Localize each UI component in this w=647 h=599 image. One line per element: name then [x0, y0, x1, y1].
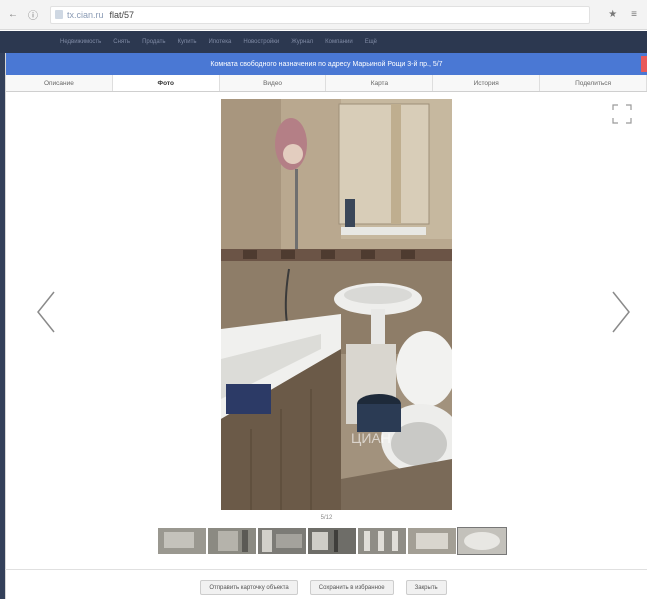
- site-nav-item[interactable]: Ипотека: [208, 39, 231, 45]
- tab-map[interactable]: Карта: [326, 75, 434, 91]
- main-photo[interactable]: ЦИАН: [221, 99, 452, 510]
- url-domain: tx.cian.ru: [67, 9, 104, 20]
- close-modal-button[interactable]: Закрыть: [405, 580, 447, 595]
- photo-watermark: ЦИАН: [351, 430, 391, 446]
- thumbnail-3[interactable]: [258, 528, 306, 554]
- footer-divider: [5, 569, 647, 570]
- close-icon[interactable]: [641, 56, 647, 72]
- save-favorite-button[interactable]: Сохранить в избранное: [309, 580, 394, 595]
- site-nav-item[interactable]: Снять: [113, 39, 130, 45]
- lock-icon: [55, 10, 63, 19]
- site-nav-item[interactable]: Новостройки: [243, 39, 279, 45]
- thumbnail-2[interactable]: [208, 528, 256, 554]
- site-navigation: Недвижимость Снять Продать Купить Ипотека Нов…: [0, 31, 647, 53]
- thumbnail-7[interactable]: [457, 527, 507, 555]
- fullscreen-button[interactable]: [612, 104, 632, 124]
- address-bar[interactable]: tx.cian.ru flat/57: [50, 5, 590, 24]
- thumbnail-1[interactable]: [158, 528, 206, 554]
- back-button[interactable]: ←: [6, 9, 20, 20]
- previous-photo-button[interactable]: [31, 287, 61, 337]
- send-card-button[interactable]: Отправить карточку объекта: [200, 580, 298, 595]
- thumbnail-strip: [158, 527, 507, 555]
- site-nav-item[interactable]: Купить: [178, 39, 197, 45]
- photo-counter: 5/12: [320, 515, 333, 521]
- bathroom-photo: ЦИАН: [221, 99, 452, 510]
- tab-history[interactable]: История: [433, 75, 541, 91]
- tab-video[interactable]: Видео: [220, 75, 327, 91]
- site-nav-item[interactable]: Компании: [325, 39, 353, 45]
- site-nav-item[interactable]: Журнал: [291, 39, 313, 45]
- site-nav-item[interactable]: Недвижимость: [60, 39, 101, 45]
- thumbnail-5[interactable]: [358, 528, 406, 554]
- url-path: flat/57: [109, 9, 135, 20]
- bookmark-star-icon[interactable]: ★: [608, 9, 617, 20]
- fullscreen-icon: [612, 104, 632, 124]
- photo-modal: Комната свободного назначения по адресу …: [5, 53, 647, 599]
- tab-photo[interactable]: Фото: [112, 75, 220, 91]
- next-photo-button[interactable]: [606, 287, 636, 337]
- thumbnail-4[interactable]: [308, 528, 356, 554]
- modal-footer: Отправить карточку объекта Сохранить в и…: [0, 580, 647, 595]
- info-icon[interactable]: ⓘ: [26, 7, 40, 22]
- site-nav-item[interactable]: Продать: [142, 39, 165, 45]
- screen: ← ⓘ tx.cian.ru flat/57 ★ ≡ Недвижимость С…: [0, 0, 647, 599]
- modal-title: Комната свободного назначения по адресу …: [210, 60, 443, 68]
- thumbnail-6[interactable]: [408, 528, 456, 554]
- menu-icon[interactable]: ≡: [631, 9, 637, 20]
- site-nav-item[interactable]: Ещё: [365, 39, 377, 45]
- browser-toolbar: ← ⓘ tx.cian.ru flat/57 ★ ≡: [0, 0, 647, 30]
- photo-viewer: ЦИАН 5/12: [6, 92, 647, 532]
- tab-share[interactable]: Поделиться: [540, 75, 647, 91]
- tab-description[interactable]: Описание: [6, 75, 113, 91]
- chevron-left-icon: [37, 291, 55, 333]
- modal-tabs: Описание Фото Видео Карта История Подели…: [6, 75, 647, 92]
- chevron-right-icon: [612, 291, 630, 333]
- modal-title-bar: Комната свободного назначения по адресу …: [6, 53, 647, 75]
